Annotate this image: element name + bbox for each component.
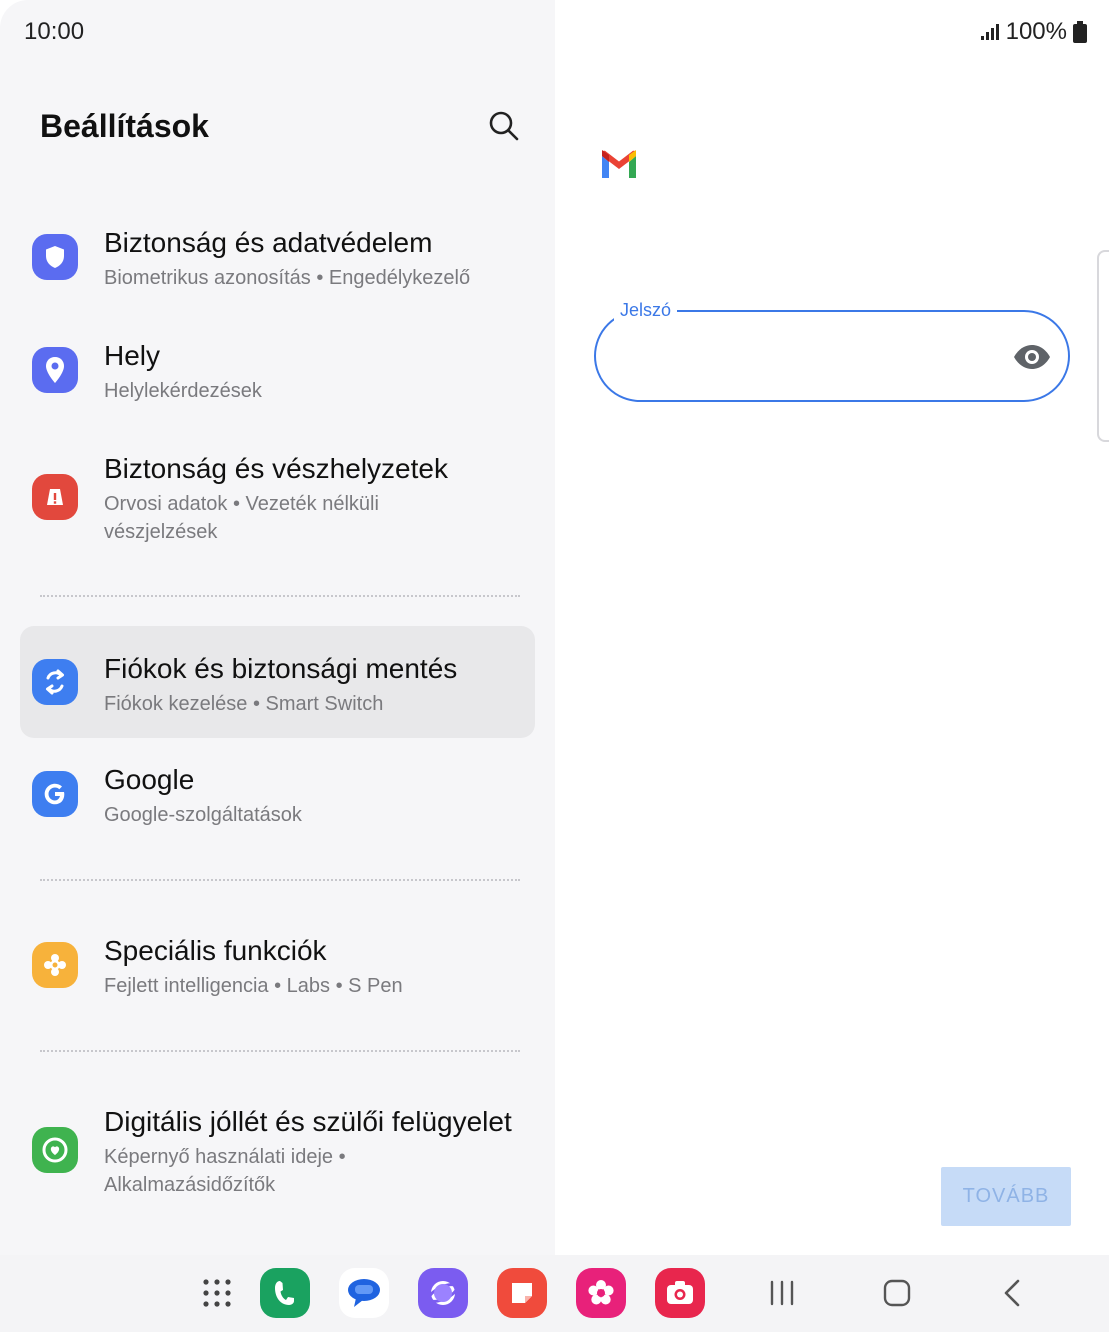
settings-item-location[interactable]: Hely Helylekérdezések	[20, 335, 535, 415]
item-title: Google	[104, 764, 195, 795]
notes-icon[interactable]	[497, 1268, 547, 1318]
battery-percent: 100%	[1005, 18, 1067, 45]
status-bar-right: 100%	[980, 18, 1087, 46]
item-title: Digitális jóllét és szülői felügyelet	[104, 1106, 512, 1137]
settings-item-safety-emergency[interactable]: Biztonság és vészhelyzetek Orvosi adatok…	[20, 448, 535, 558]
gmail-pane	[555, 0, 1109, 1255]
settings-item-digital-wellbeing[interactable]: Digitális jóllét és szülői felügyelet Ké…	[20, 1101, 535, 1211]
item-subtitle: Fiókok kezelése • Smart Switch	[104, 693, 384, 715]
item-title: Fiókok és biztonsági mentés	[104, 653, 458, 684]
divider	[40, 595, 520, 597]
shield-icon	[32, 234, 78, 280]
item-subtitle: Biometrikus azonosítás • Engedélykezelő	[104, 267, 471, 289]
gallery-icon[interactable]	[576, 1268, 626, 1318]
item-title: Biztonság és adatvédelem	[104, 227, 433, 258]
side-panel-handle[interactable]	[1097, 250, 1109, 442]
item-subtitle: Képernyő használati ideje • Alkalmazásid…	[104, 1146, 346, 1196]
google-g-icon	[32, 771, 78, 817]
settings-item-security-privacy[interactable]: Biztonság és adatvédelem Biometrikus azo…	[20, 222, 535, 302]
home-icon[interactable]	[872, 1268, 922, 1318]
item-title: Speciális funkciók	[104, 935, 327, 966]
status-time: 10:00	[24, 18, 85, 45]
eye-icon	[1014, 345, 1050, 369]
battery-icon	[1073, 21, 1087, 43]
show-password-button[interactable]	[1012, 340, 1052, 374]
back-icon[interactable]	[987, 1268, 1037, 1318]
item-title: Biztonság és vészhelyzetek	[104, 453, 448, 484]
apps-grid-icon[interactable]	[192, 1268, 242, 1318]
location-pin-icon	[32, 347, 78, 393]
page-title: Beállítások	[40, 108, 209, 144]
item-subtitle: Fejlett intelligencia • Labs • S Pen	[104, 975, 403, 997]
settings-item-google[interactable]: Google Google-szolgáltatások	[20, 759, 535, 839]
search-icon	[489, 111, 519, 141]
item-subtitle: Helylekérdezések	[104, 380, 262, 402]
search-button[interactable]	[484, 106, 524, 146]
divider	[40, 879, 520, 881]
phone-icon[interactable]	[260, 1268, 310, 1318]
gmail-logo-icon	[602, 150, 636, 178]
sync-icon	[32, 659, 78, 705]
messages-icon[interactable]	[339, 1268, 389, 1318]
settings-item-advanced-features[interactable]: Speciális funkciók Fejlett intelligencia…	[20, 930, 535, 1010]
emergency-icon	[32, 474, 78, 520]
settings-pane: 10:00 Beállítások Biztonság és adatvédel…	[0, 0, 555, 1255]
recents-icon[interactable]	[757, 1268, 807, 1318]
item-subtitle: Orvosi adatok • Vezeték nélküli vészjelz…	[104, 493, 379, 543]
signal-icon	[980, 24, 999, 40]
wellbeing-heart-icon	[32, 1127, 78, 1173]
internet-icon[interactable]	[418, 1268, 468, 1318]
gear-flower-icon	[32, 942, 78, 988]
taskbar	[0, 1255, 1109, 1332]
item-subtitle: Google-szolgáltatások	[104, 804, 302, 826]
password-input[interactable]	[594, 310, 1070, 402]
settings-item-accounts-backup[interactable]: Fiókok és biztonsági mentés Fiókok kezel…	[20, 626, 535, 738]
divider	[40, 1050, 520, 1052]
password-label: Jelszó	[614, 300, 678, 321]
next-button[interactable]: TOVÁBB	[941, 1167, 1071, 1226]
item-title: Hely	[104, 340, 161, 371]
camera-icon[interactable]	[655, 1268, 705, 1318]
